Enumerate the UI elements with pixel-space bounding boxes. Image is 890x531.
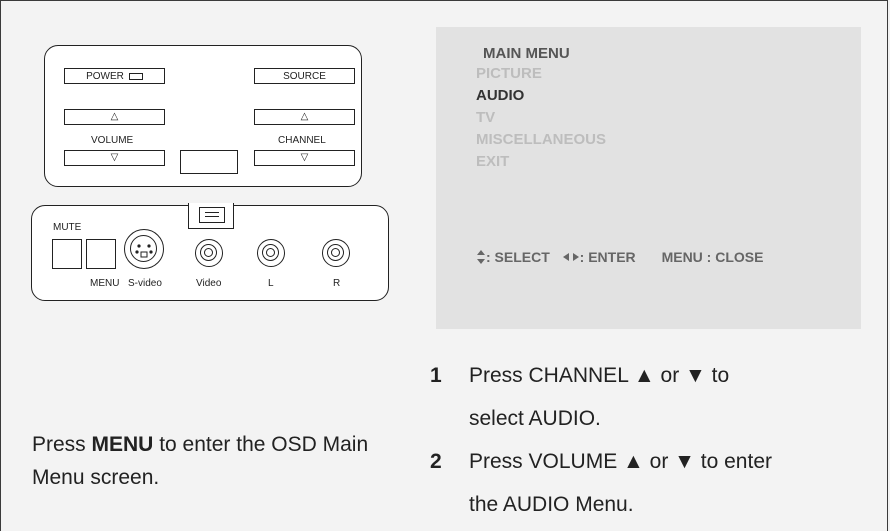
menu-button[interactable]	[86, 239, 116, 269]
caption-menu-keyword: MENU	[91, 433, 154, 456]
volume-up-button[interactable]: △	[64, 109, 165, 125]
channel-up-button[interactable]: △	[254, 109, 355, 125]
svideo-jack-icon	[124, 229, 164, 269]
osd-close-text: MENU : CLOSE	[661, 249, 764, 265]
step-number: 1	[430, 364, 442, 387]
up-down-arrows-icon	[477, 250, 485, 264]
audio-left-label: L	[268, 278, 274, 289]
power-button[interactable]: POWER	[64, 68, 165, 84]
step-number: 2	[430, 450, 442, 473]
volume-up-icon: △	[110, 111, 119, 122]
power-led-icon	[128, 72, 143, 80]
step-text-line: Press CHANNEL ▲ or ▼ to	[469, 364, 730, 387]
channel-up-icon: △	[300, 111, 309, 122]
video-label: Video	[196, 278, 222, 289]
step-text-line: Press VOLUME ▲ or ▼ to enter	[469, 450, 772, 473]
osd-item-miscellaneous[interactable]: MISCELLANEOUS	[476, 131, 606, 148]
center-button[interactable]	[180, 150, 238, 174]
channel-label: CHANNEL	[278, 135, 326, 146]
osd-screen: MAIN MENU PICTURE AUDIO TV MISCELLANEOUS…	[436, 27, 861, 329]
left-right-arrows-icon	[562, 253, 579, 261]
osd-select-text: : SELECT	[486, 249, 550, 265]
menu-label: MENU	[90, 278, 120, 289]
channel-down-icon: ▽	[300, 152, 309, 163]
osd-item-tv[interactable]: TV	[476, 109, 495, 126]
osd-item-picture[interactable]: PICTURE	[476, 65, 542, 82]
video-jack-icon	[195, 239, 223, 267]
svideo-label: S-video	[128, 278, 162, 289]
volume-down-button[interactable]: ▽	[64, 150, 165, 166]
caption-pre: Press	[32, 433, 92, 456]
mute-button[interactable]	[52, 239, 82, 269]
caption: Press MENU to enter the OSD Main Menu sc…	[32, 428, 412, 494]
source-label: SOURCE	[283, 70, 326, 82]
volume-label: VOLUME	[91, 135, 134, 146]
volume-down-icon: ▽	[110, 152, 119, 163]
audio-left-jack-icon	[257, 239, 285, 267]
mute-label: MUTE	[53, 222, 82, 233]
audio-right-jack-icon	[322, 239, 350, 267]
power-label: POWER	[86, 70, 124, 82]
sensor-tab	[188, 203, 234, 229]
osd-title: MAIN MENU	[483, 45, 570, 62]
osd-footer: : SELECT : ENTER MENU : CLOSE	[476, 249, 763, 265]
channel-down-button[interactable]: ▽	[254, 150, 355, 166]
source-button[interactable]: SOURCE	[254, 68, 355, 84]
sensor-icon	[199, 207, 225, 223]
osd-enter-text: : ENTER	[579, 249, 636, 265]
osd-item-exit[interactable]: EXIT	[476, 153, 509, 170]
remote-control-panel: POWER SOURCE △ △ VOLUME CHANNEL ▽ ▽	[44, 45, 362, 187]
step-text-line: the AUDIO Menu.	[469, 493, 634, 516]
audio-right-label: R	[333, 278, 341, 289]
step-text-line: select AUDIO.	[469, 407, 601, 430]
osd-item-audio[interactable]: AUDIO	[476, 87, 524, 104]
